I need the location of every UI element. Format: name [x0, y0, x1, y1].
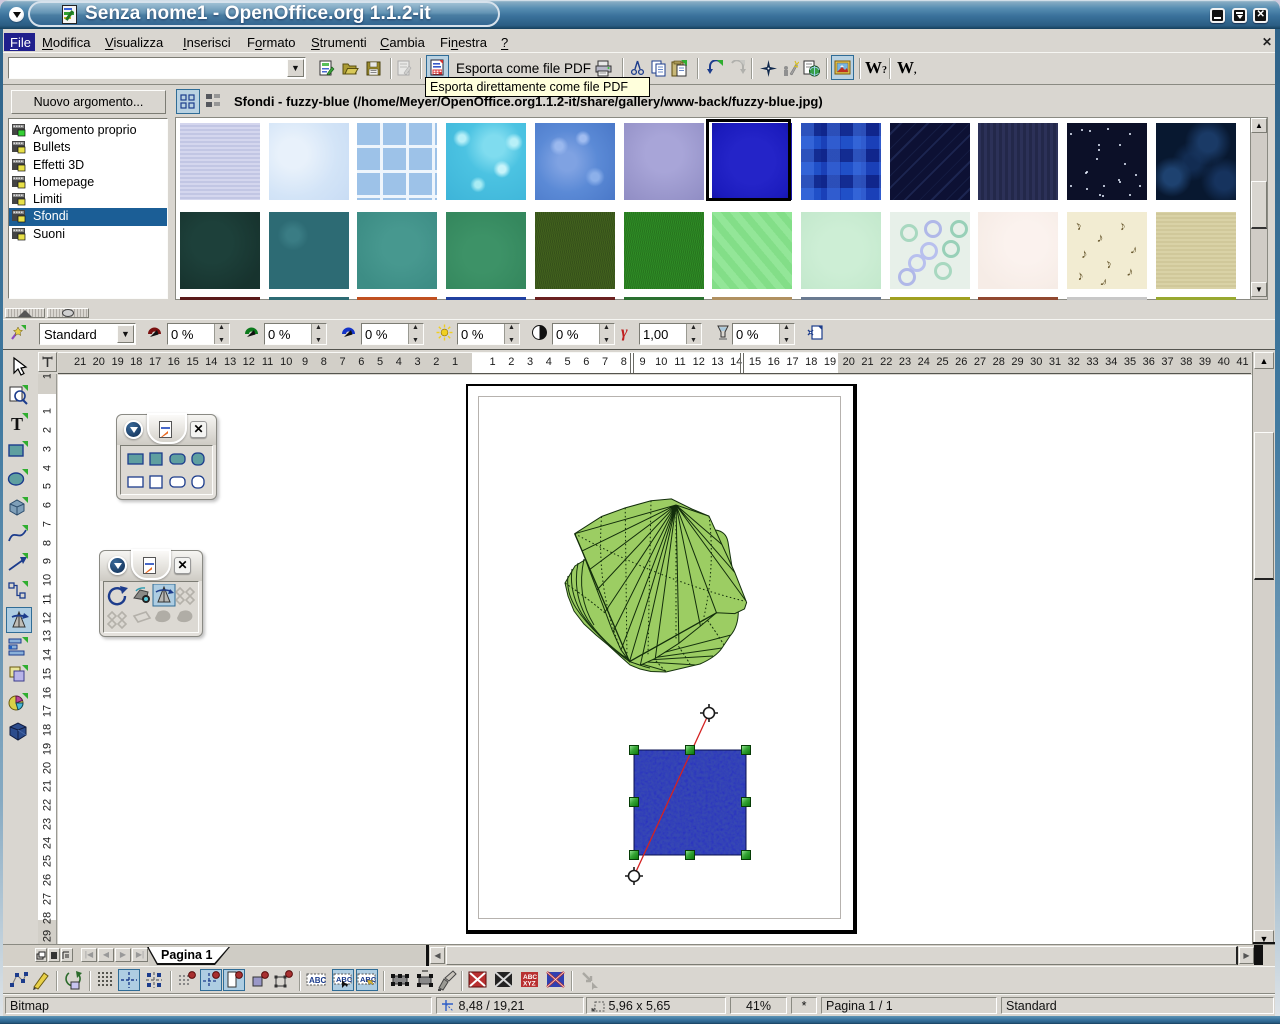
svg-text:XYZ: XYZ	[523, 981, 536, 988]
svg-text:ABC: ABC	[309, 976, 327, 985]
svg-text:T: T	[11, 414, 23, 434]
